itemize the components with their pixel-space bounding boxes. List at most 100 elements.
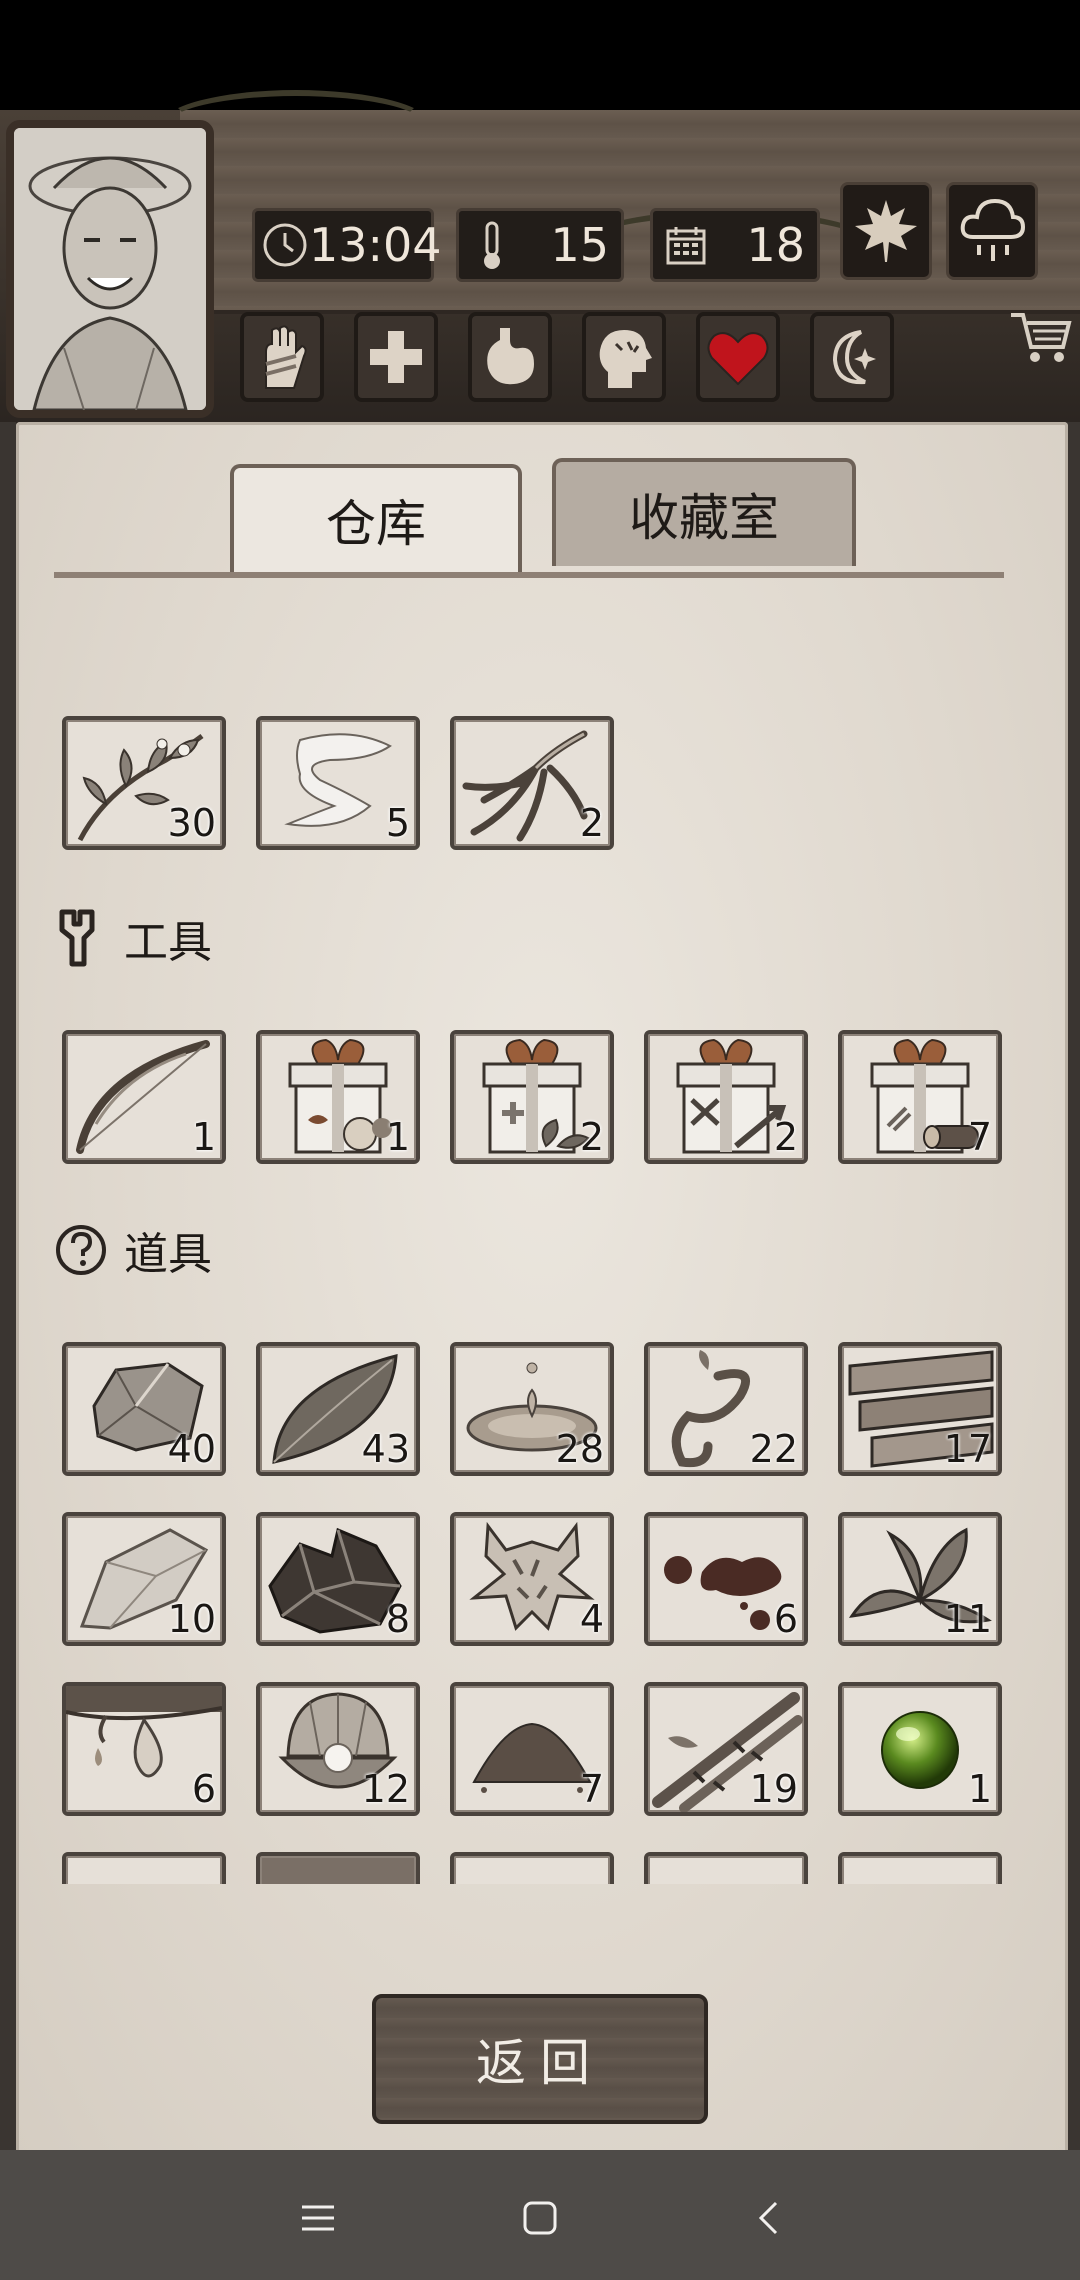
- item-slot-partial[interactable]: [256, 1852, 420, 1884]
- item-count: 30: [167, 801, 216, 845]
- section-props: 道具: [54, 1218, 212, 1282]
- square-icon: [523, 2201, 557, 2235]
- back-nav-button[interactable]: [738, 2188, 798, 2248]
- item-slot-partial[interactable]: [838, 1852, 1002, 1884]
- item-slot[interactable]: 4: [450, 1512, 614, 1646]
- item-count: 6: [773, 1597, 798, 1641]
- item-slot[interactable]: 8: [256, 1512, 420, 1646]
- item-slot[interactable]: 22: [644, 1342, 808, 1476]
- item-count: 10: [167, 1597, 216, 1641]
- item-slot[interactable]: 7: [838, 1030, 1002, 1164]
- item-slot[interactable]: 28: [450, 1342, 614, 1476]
- item-slot[interactable]: 6: [644, 1512, 808, 1646]
- item-count: 6: [191, 1767, 216, 1811]
- mind-status[interactable]: [582, 312, 666, 402]
- item-slot[interactable]: 1: [838, 1682, 1002, 1816]
- item-count: 2: [579, 1115, 604, 1159]
- item-slot[interactable]: 5: [256, 716, 420, 850]
- clock-display: 13:04: [252, 208, 442, 282]
- item-slot[interactable]: 7: [450, 1682, 614, 1816]
- system-navigation-bar: [0, 2150, 1080, 2280]
- item-count: 1: [385, 1115, 410, 1159]
- item-count: 12: [361, 1767, 410, 1811]
- top-hud: 13:04 15 18: [0, 90, 1080, 430]
- wrench-icon: [59, 909, 95, 967]
- item-count: 8: [385, 1597, 410, 1641]
- scroll-cutoff-row: [0, 1850, 1080, 1884]
- inventory-paper-panel: [16, 422, 1068, 2162]
- shopping-cart-icon: [1011, 313, 1072, 362]
- item-slot[interactable]: 19: [644, 1682, 808, 1816]
- rain-cloud-icon: [960, 198, 1026, 261]
- menu-icon: [302, 2205, 334, 2231]
- home-nav-button[interactable]: [510, 2188, 570, 2248]
- day-display: 18: [650, 208, 820, 282]
- item-slot-partial[interactable]: [450, 1852, 614, 1884]
- item-count: 7: [967, 1115, 992, 1159]
- item-count: 1: [191, 1115, 216, 1159]
- item-slot[interactable]: 1: [62, 1030, 226, 1164]
- temperature-display: 15: [456, 208, 624, 282]
- heart-status[interactable]: [696, 312, 780, 402]
- item-count: 2: [773, 1115, 798, 1159]
- season-button[interactable]: [840, 182, 932, 280]
- moon-star-icon: [832, 330, 876, 385]
- item-slot[interactable]: 2: [450, 1030, 614, 1164]
- item-slot[interactable]: 43: [256, 1342, 420, 1476]
- left-edge: [0, 422, 16, 2162]
- item-slot-partial[interactable]: [644, 1852, 808, 1884]
- item-slot[interactable]: 30: [62, 716, 226, 850]
- chevron-left-icon: [758, 2201, 778, 2235]
- item-count: 2: [579, 801, 604, 845]
- section-title: 道具: [124, 1229, 212, 1280]
- tab-warehouse[interactable]: 仓库: [230, 464, 522, 572]
- item-count: 7: [579, 1767, 604, 1811]
- item-count: 11: [943, 1597, 992, 1641]
- menu-nav-button[interactable]: [288, 2188, 348, 2248]
- item-count: 17: [943, 1427, 992, 1471]
- item-count: 28: [555, 1427, 604, 1471]
- temperature-value: 15: [550, 218, 609, 272]
- bandaged-hand-icon: [265, 325, 307, 389]
- day-value: 18: [746, 218, 805, 272]
- weather-button[interactable]: [946, 182, 1038, 280]
- stomach-status[interactable]: [468, 312, 552, 402]
- item-count: 43: [361, 1427, 410, 1471]
- question-circle-icon: [56, 1225, 106, 1275]
- item-count: 4: [579, 1597, 604, 1641]
- heart-icon: [707, 332, 769, 386]
- item-slot[interactable]: 12: [256, 1682, 420, 1816]
- status-bar: [0, 0, 1080, 110]
- head-icon: [599, 330, 652, 388]
- health-status[interactable]: [354, 312, 438, 402]
- hand-status[interactable]: [240, 312, 324, 402]
- tab-divider: [54, 572, 1004, 578]
- item-slot[interactable]: 2: [644, 1030, 808, 1164]
- stomach-icon: [487, 328, 534, 385]
- shop-cart-button[interactable]: [1006, 302, 1076, 372]
- section-title: 工具: [124, 917, 212, 968]
- item-slot[interactable]: 17: [838, 1342, 1002, 1476]
- item-count: 22: [749, 1427, 798, 1471]
- medical-cross-icon: [370, 331, 422, 383]
- tab-collection-room[interactable]: 收藏室: [552, 458, 856, 566]
- item-count: 40: [167, 1427, 216, 1471]
- character-portrait[interactable]: [6, 120, 214, 418]
- maple-leaf-icon: [855, 200, 917, 262]
- calendar-icon: [659, 218, 713, 272]
- back-button[interactable]: 返回: [372, 1994, 708, 2124]
- time-value: 13:04: [309, 218, 442, 272]
- item-count: 19: [749, 1767, 798, 1811]
- item-slot[interactable]: 6: [62, 1682, 226, 1816]
- item-slot[interactable]: 2: [450, 716, 614, 850]
- item-count: 5: [385, 801, 410, 845]
- item-slot[interactable]: 11: [838, 1512, 1002, 1646]
- section-tools: 工具: [54, 906, 212, 970]
- sleep-status[interactable]: [810, 312, 894, 402]
- item-slot[interactable]: 1: [256, 1030, 420, 1164]
- item-count: 1: [967, 1767, 992, 1811]
- clock-icon: [261, 218, 309, 272]
- item-slot[interactable]: 40: [62, 1342, 226, 1476]
- item-slot[interactable]: 10: [62, 1512, 226, 1646]
- item-slot-partial[interactable]: [62, 1852, 226, 1884]
